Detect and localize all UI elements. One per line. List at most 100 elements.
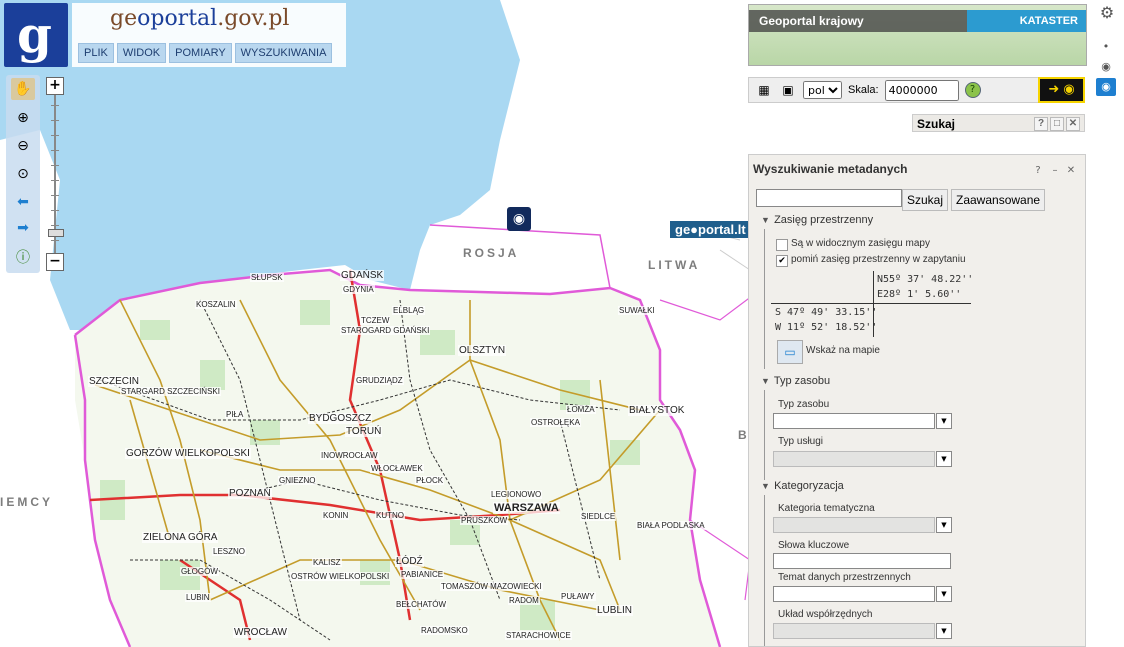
arrow-left-icon[interactable]: ⬅ <box>11 191 35 213</box>
section-extent[interactable]: ▼ Zasięg przestrzenny <box>761 214 873 226</box>
minimize-icon[interactable]: – <box>1049 165 1061 177</box>
szukaj-title: Szukaj <box>917 117 956 131</box>
collapse-icon: ▼ <box>761 481 770 491</box>
menu-plik[interactable]: PLIK <box>78 43 114 63</box>
eye-small-icon[interactable]: ◉ <box>1096 58 1116 76</box>
city-label: BYDGOSZCZ <box>308 413 373 424</box>
city-label: WŁOCŁAWEK <box>370 464 424 473</box>
geoportal-logo[interactable]: g <box>4 3 68 67</box>
city-label: STARACHOWICE <box>505 631 572 640</box>
side-buttons: • ◉ ◉ <box>1096 38 1118 98</box>
city-label: STAROGARD GDAŃSKI <box>340 326 431 335</box>
arrow-right-icon[interactable]: ➡ <box>11 217 35 239</box>
city-label: PRUSZKÓW <box>460 516 509 525</box>
menu-pomiary[interactable]: POMIARY <box>169 43 232 63</box>
help-icon[interactable]: ? <box>964 82 981 98</box>
city-label: OSTRÓW WIELKOPOLSKI <box>290 572 391 581</box>
search-button[interactable]: Szukaj <box>902 189 949 211</box>
spatial-theme-field[interactable] <box>773 586 935 602</box>
show-on-map-icon[interactable]: ▭ <box>777 340 803 364</box>
eye-icon[interactable]: ➜ ◉ <box>1038 77 1085 103</box>
geoportal-lt-badge[interactable]: ge●portal.lt <box>670 221 751 238</box>
keywords-field[interactable] <box>773 553 951 569</box>
show-on-map-link[interactable]: Wskaż na mapie <box>806 345 880 356</box>
gear-icon[interactable]: ⚙ <box>1097 3 1117 23</box>
section-type[interactable]: ▼ Typ zasobu <box>761 375 830 387</box>
label-topic-category: Kategoria tematyczna <box>778 503 875 514</box>
language-select[interactable]: pol <box>803 81 842 99</box>
city-label: BIAŁA PODLASKA <box>636 521 706 530</box>
help-icon[interactable]: ? <box>1034 117 1048 131</box>
logo-letter: g <box>17 5 52 64</box>
info-icon[interactable]: ⓘ <box>11 246 35 268</box>
zoom-extent-icon[interactable]: ⊙ <box>11 163 35 185</box>
grid-icon[interactable]: ▦ <box>755 81 773 99</box>
close-icon[interactable]: ✕ <box>1066 117 1080 131</box>
crs-field[interactable] <box>773 623 935 639</box>
help-icon[interactable]: ? <box>1032 165 1044 177</box>
service-type-field[interactable] <box>773 451 935 467</box>
maximize-icon[interactable]: □ <box>1050 117 1064 131</box>
menu-widok[interactable]: WIDOK <box>116 43 167 63</box>
wms-icon[interactable]: ▣ <box>779 81 797 99</box>
bbox-west: W 11º 52' 18.52'' <box>775 322 878 333</box>
map-label-lithuania: LITWA <box>648 258 701 272</box>
section-extent-label: Zasięg przestrzenny <box>774 214 874 226</box>
bbox-north: N55º 37' 48.22'' <box>877 274 974 285</box>
site-title-prefix: ge <box>110 6 138 31</box>
city-label: SZCZECIN <box>88 376 140 387</box>
geoportal-marker-icon[interactable]: ◉ <box>507 207 531 231</box>
city-label: PŁOCK <box>415 476 445 485</box>
checkbox-visible-label: Są w widocznym zasięgu mapy <box>791 238 930 249</box>
checkbox-ignore-extent[interactable]: ✔ <box>776 255 788 267</box>
checkbox-visible-extent[interactable] <box>776 239 788 251</box>
close-icon[interactable]: ✕ <box>1065 165 1077 177</box>
city-label: WARSZAWA <box>493 502 560 514</box>
city-label: PABIANICE <box>400 570 445 579</box>
collapse-icon: ▼ <box>761 376 770 386</box>
menu-wyszukiwania[interactable]: WYSZUKIWANIA <box>234 43 333 63</box>
dot-icon[interactable]: • <box>1096 38 1116 56</box>
city-label: BEŁCHATÓW <box>395 600 448 609</box>
zoom-plus-button[interactable]: + <box>46 77 64 95</box>
metadata-search-input[interactable] <box>756 189 902 207</box>
bbox-south: S 47º 49' 33.15'' <box>775 307 878 318</box>
chevron-down-icon[interactable]: ▼ <box>936 517 952 533</box>
city-label: GNIEZNO <box>278 476 317 485</box>
scale-input[interactable] <box>884 79 959 101</box>
site-title-mid: oportal <box>137 6 218 31</box>
chevron-down-icon[interactable]: ▼ <box>936 413 952 429</box>
zoom-thumb[interactable] <box>48 229 64 237</box>
szukaj-panel: Szukaj ? □ ✕ <box>912 114 1085 132</box>
section-categorization[interactable]: ▼ Kategoryzacja <box>761 480 844 492</box>
layer-geoportal-krajowy[interactable]: Geoportal krajowy <box>749 10 977 32</box>
zoom-in-icon[interactable]: ⊕ <box>11 107 35 129</box>
chevron-down-icon[interactable]: ▼ <box>936 451 952 467</box>
city-label: SŁUPSK <box>250 273 284 282</box>
main-menu: PLIK WIDOK POMIARY WYSZUKIWANIA <box>78 43 333 63</box>
topic-category-field[interactable] <box>773 517 935 533</box>
city-label: SIEDLCE <box>580 512 617 521</box>
city-label: BIAŁYSTOK <box>628 405 686 416</box>
city-label: KUTNO <box>375 511 405 520</box>
city-label: LEGIONOWO <box>490 490 543 499</box>
label-keywords: Słowa kluczowe <box>778 540 850 551</box>
city-label: TCZEW <box>360 316 391 325</box>
city-label: ELBLĄG <box>392 306 426 315</box>
hand-icon[interactable]: ✋ <box>11 78 35 100</box>
city-label: LUBLIN <box>596 605 634 616</box>
label-spatial-theme: Temat danych przestrzennych <box>778 572 911 583</box>
zoom-out-icon[interactable]: ⊖ <box>11 135 35 157</box>
eye-active-icon[interactable]: ◉ <box>1096 78 1116 96</box>
chevron-down-icon[interactable]: ▼ <box>936 586 952 602</box>
resource-type-field[interactable] <box>773 413 935 429</box>
site-title-suffix: .gov.pl <box>217 6 290 31</box>
city-label: GRUDZIĄDZ <box>355 376 404 385</box>
layer-kataster[interactable]: KATASTER <box>967 10 1086 32</box>
label-service-type: Typ usługi <box>778 436 824 447</box>
zoom-slider[interactable]: + − <box>44 75 66 275</box>
city-label: TORUŃ <box>345 426 383 437</box>
zoom-minus-button[interactable]: − <box>46 253 64 271</box>
advanced-button[interactable]: Zaawansowane <box>951 189 1046 211</box>
chevron-down-icon[interactable]: ▼ <box>936 623 952 639</box>
